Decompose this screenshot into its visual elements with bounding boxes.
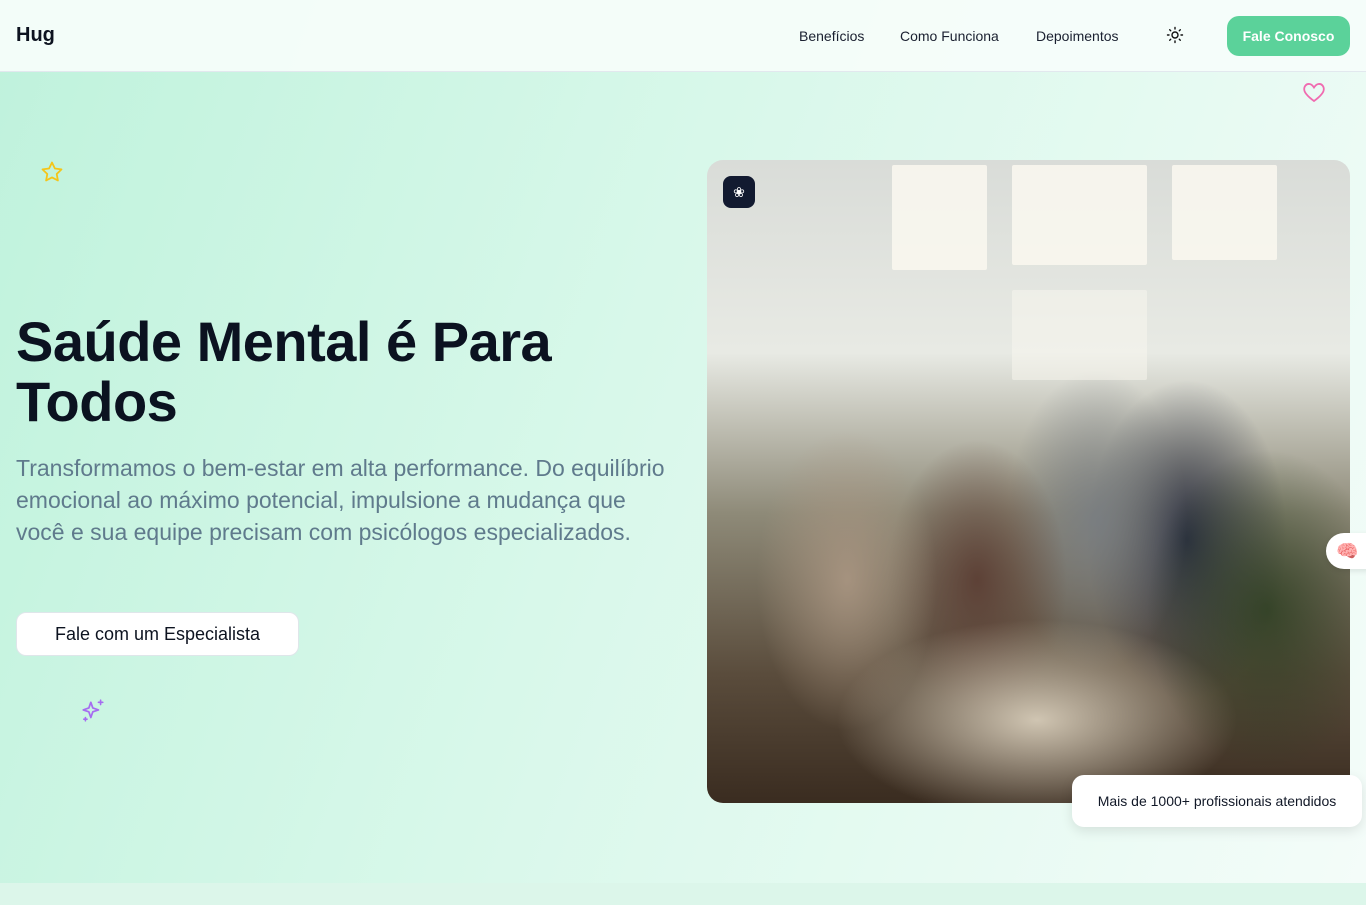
talk-to-specialist-button[interactable]: Fale com um Especialista bbox=[16, 612, 299, 656]
nav-como-funciona[interactable]: Como Funciona bbox=[900, 28, 999, 44]
sparkles-icon bbox=[82, 699, 104, 722]
nav-depoimentos[interactable]: Depoimentos bbox=[1036, 28, 1119, 44]
brain-icon: ❀ bbox=[723, 176, 755, 208]
star-icon bbox=[41, 161, 63, 182]
nav-beneficios[interactable]: Benefícios bbox=[799, 28, 864, 44]
stat-card: Mais de 1000+ profissionais atendidos bbox=[1072, 775, 1362, 827]
contact-button[interactable]: Fale Conosco bbox=[1227, 16, 1350, 56]
hero-photo-team-meeting: ❀ bbox=[707, 160, 1350, 803]
theme-toggle-sun-icon[interactable] bbox=[1166, 26, 1184, 44]
next-section bbox=[0, 883, 1366, 905]
logo[interactable]: Hug bbox=[16, 24, 55, 47]
heart-icon bbox=[1303, 83, 1325, 103]
top-nav: Hug Benefícios Como Funciona Depoimentos… bbox=[0, 0, 1366, 72]
hero-subtitle: Transformamos o bem-estar em alta perfor… bbox=[16, 455, 665, 545]
hero-title: Saúde Mental é Para Todos bbox=[16, 310, 552, 433]
brain-icon-badge: 🧠 bbox=[1326, 533, 1366, 569]
